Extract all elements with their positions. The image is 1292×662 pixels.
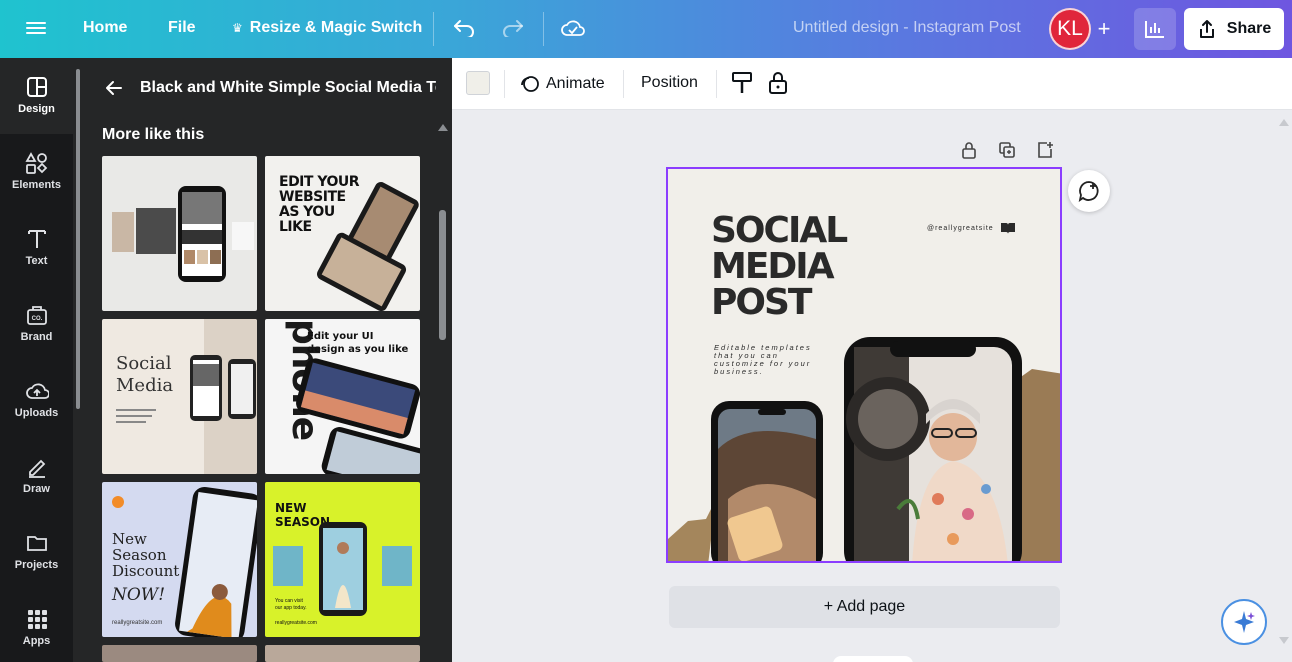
magic-assistant-button[interactable]	[1221, 599, 1267, 645]
avatar[interactable]: KL	[1049, 8, 1091, 50]
home-button[interactable]: Home	[83, 19, 127, 37]
template-thumbnail[interactable]	[102, 645, 257, 662]
redo-icon[interactable]	[500, 15, 526, 41]
rail-label: Text	[25, 255, 48, 267]
add-comment-button[interactable]	[1068, 170, 1110, 212]
resize-label: Resize & Magic Switch	[249, 19, 423, 36]
section-heading: More like this	[102, 126, 205, 143]
undo-icon[interactable]	[451, 15, 477, 41]
template-thumbnail[interactable]: NEW SEASON You can visit our app today. …	[265, 482, 420, 637]
divider	[433, 12, 434, 46]
design-phones-image[interactable]	[668, 169, 1062, 563]
elements-icon	[24, 152, 47, 174]
rail-item-text[interactable]: Text	[0, 210, 73, 286]
uploads-icon	[25, 383, 49, 399]
lock-icon[interactable]	[766, 70, 792, 96]
divider	[543, 12, 544, 46]
thumbnails-scrollbar[interactable]	[437, 122, 449, 662]
design-page[interactable]: SOCIAL MEDIA POST @reallygreatsite Edita…	[666, 167, 1062, 563]
share-icon	[1199, 20, 1214, 38]
svg-text:our app today.: our app today.	[275, 605, 307, 611]
comment-plus-icon	[1078, 181, 1099, 202]
scroll-up-arrow[interactable]	[1279, 119, 1289, 126]
sparkle-icon	[1234, 611, 1255, 633]
duplicate-page-icon[interactable]	[997, 140, 1017, 160]
scroll-down-arrow[interactable]	[1279, 637, 1289, 644]
lock-page-icon[interactable]	[959, 140, 979, 160]
cloud-saved-icon[interactable]	[560, 15, 586, 41]
rail-item-design[interactable]: Design	[0, 58, 73, 134]
rail-label: Design	[18, 103, 55, 115]
back-arrow-icon[interactable]	[104, 78, 124, 98]
top-bar: Home File ♛ Resize & Magic Switch Untitl…	[0, 0, 1292, 58]
svg-text:reallygreatsite.com: reallygreatsite.com	[112, 620, 162, 626]
add-page-button[interactable]: + Add page	[669, 586, 1060, 628]
page-navigator-handle[interactable]	[833, 656, 913, 662]
draw-icon	[28, 459, 45, 478]
svg-text:Media: Media	[116, 375, 173, 396]
svg-text:CO.: CO.	[31, 316, 42, 322]
divider	[504, 70, 505, 98]
rail-label: Elements	[12, 179, 61, 191]
svg-text:design as you like: design as you like	[307, 344, 408, 355]
svg-text:Edit your UI: Edit your UI	[307, 331, 373, 342]
text-icon	[27, 230, 46, 248]
crown-icon: ♛	[232, 21, 243, 35]
svg-text:LIKE: LIKE	[279, 219, 312, 235]
rail-label: Brand	[20, 331, 53, 343]
copy-style-icon[interactable]	[730, 70, 756, 96]
divider	[623, 70, 624, 98]
rail-label: Projects	[14, 559, 59, 571]
rail-item-brand[interactable]: CO. Brand	[0, 286, 73, 362]
add-collaborator-icon[interactable]: +	[1089, 14, 1119, 44]
svg-text:reallygreatsite.com: reallygreatsite.com	[275, 620, 317, 626]
rail-item-projects[interactable]: Projects	[0, 514, 73, 590]
panel-scrollbar[interactable]	[76, 64, 80, 662]
rail-label: Apps	[22, 635, 51, 647]
template-thumbnail[interactable]: phone Edit your UI design as you like	[265, 319, 420, 474]
document-title[interactable]: Untitled design - Instagram Post	[793, 19, 1021, 37]
rail-label: Uploads	[14, 407, 59, 419]
template-thumbnail[interactable]	[265, 645, 420, 662]
svg-text:AS YOU: AS YOU	[279, 204, 335, 220]
template-thumbnail[interactable]: EDIT YOUR WEBSITE AS YOU LIKE	[265, 156, 420, 311]
insights-icon[interactable]	[1134, 8, 1176, 50]
apps-icon	[27, 610, 47, 629]
svg-text:Social: Social	[116, 353, 172, 374]
rail-item-draw[interactable]: Draw	[0, 438, 73, 514]
rail-label: Draw	[23, 483, 50, 495]
animate-button[interactable]: Animate	[520, 74, 605, 94]
share-button[interactable]: Share	[1184, 8, 1284, 50]
template-thumbnail[interactable]: New Season Discount NOW! reallygreatsite…	[102, 482, 257, 637]
template-thumbnail[interactable]	[102, 156, 257, 311]
svg-text:EDIT YOUR: EDIT YOUR	[279, 174, 360, 190]
add-page-icon[interactable]	[1035, 140, 1055, 160]
animate-icon	[521, 76, 539, 92]
svg-text:You can visit: You can visit	[275, 598, 303, 604]
share-label: Share	[1226, 20, 1272, 37]
brand-icon: CO.	[26, 306, 47, 325]
rail-item-uploads[interactable]: Uploads	[0, 362, 73, 438]
design-icon	[26, 77, 47, 97]
svg-text:NOW!: NOW!	[111, 585, 165, 605]
projects-icon	[26, 536, 47, 551]
resize-magic-switch-button[interactable]: ♛ Resize & Magic Switch	[232, 19, 422, 37]
svg-text:Discount: Discount	[112, 562, 179, 580]
background-color-swatch[interactable]	[466, 71, 490, 95]
divider	[716, 70, 717, 98]
rail-item-elements[interactable]: Elements	[0, 134, 73, 210]
menu-icon[interactable]	[26, 19, 46, 39]
rail-item-apps[interactable]: Apps	[0, 590, 73, 662]
svg-text:WEBSITE: WEBSITE	[279, 189, 346, 205]
position-button[interactable]: Position	[641, 74, 698, 92]
animate-label: Animate	[546, 75, 605, 92]
panel-title: Black and White Simple Social Media Te..…	[140, 79, 436, 96]
svg-text:NEW: NEW	[275, 501, 306, 515]
file-menu-button[interactable]: File	[168, 19, 196, 37]
template-thumbnail[interactable]: Social Media	[102, 319, 257, 474]
